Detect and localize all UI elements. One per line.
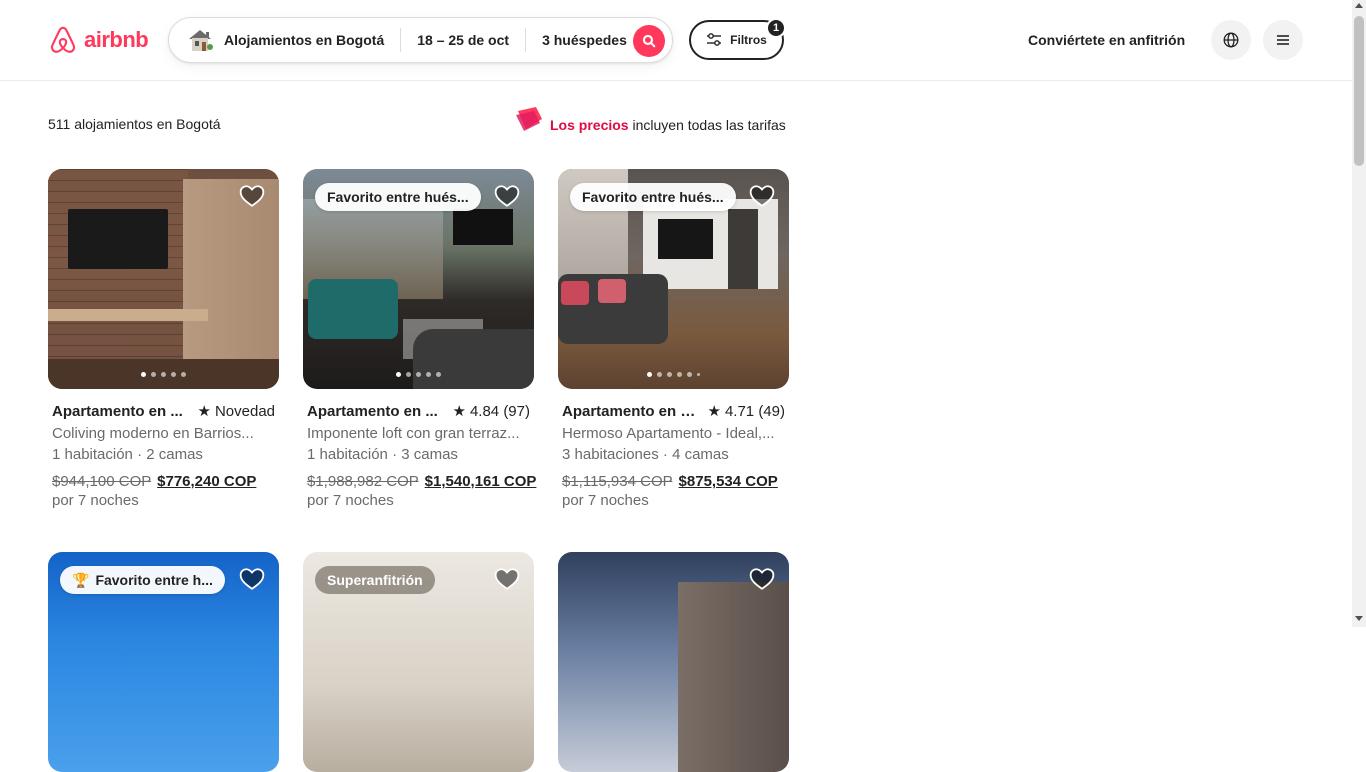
listing-photo[interactable]: Favorito entre hués...	[558, 169, 789, 389]
price-notice-rest: incluyen todas las tarifas	[628, 117, 786, 133]
favorite-heart-icon[interactable]	[749, 566, 775, 592]
listing-card[interactable]: Superanfitrión	[303, 552, 534, 772]
listing-rooms: 1 habitación · 2 camas	[52, 446, 203, 463]
trophy-icon: 🏆	[72, 571, 90, 588]
listing-title: Apartamento en ...	[52, 402, 183, 420]
language-button[interactable]	[1211, 20, 1251, 60]
photo-pagination-dots	[558, 372, 789, 377]
favorite-heart-icon[interactable]	[494, 566, 520, 592]
listing-rating: ★ 4.71 (49)	[707, 402, 786, 421]
results-count: 511 alojamientos en Bogotá	[48, 116, 221, 132]
listing-card[interactable]: Favorito entre hués... Apartamento en C.…	[558, 169, 789, 509]
original-price: $1,115,934 COP	[562, 473, 673, 490]
search-dates[interactable]: 18 – 25 de oct	[401, 28, 525, 52]
price-notice-highlight: Los precios	[550, 117, 629, 133]
become-host-link[interactable]: Conviértete en anfitrión	[1016, 28, 1197, 52]
search-bar[interactable]: Alojamientos en Bogotá 18 – 25 de oct 3 …	[168, 17, 673, 63]
listing-price[interactable]: $1,988,982 COP $1,540,161 COP	[307, 473, 536, 490]
airbnb-logo[interactable]: airbnb	[48, 24, 149, 56]
price-period: por 7 noches	[562, 492, 649, 509]
listing-card[interactable]	[558, 552, 789, 772]
airbnb-logo-icon	[50, 26, 76, 53]
listing-photo[interactable]: 🏆 Favorito entre h...	[48, 552, 279, 772]
filters-label: Filtros	[730, 33, 767, 47]
favorite-heart-icon[interactable]	[749, 183, 775, 209]
listing-photo[interactable]: Favorito entre hués...	[303, 169, 534, 389]
menu-button[interactable]	[1263, 20, 1303, 60]
listing-photo[interactable]	[558, 552, 789, 772]
guest-favorite-badge: Favorito entre hués...	[570, 183, 736, 211]
discounted-price[interactable]: $1,540,161 COP	[425, 473, 537, 490]
page-scrollbar[interactable]	[1352, 0, 1366, 627]
listing-card[interactable]: Apartamento en ... ★ Novedad Coliving mod…	[48, 169, 279, 509]
listing-card[interactable]: Favorito entre hués... Apartamento en ..…	[303, 169, 536, 509]
listing-title: Apartamento en ...	[307, 402, 438, 420]
favorite-heart-icon[interactable]	[239, 566, 265, 592]
discounted-price[interactable]: $776,240 COP	[157, 473, 256, 490]
listing-rating: ★ Novedad	[197, 402, 276, 421]
listing-rooms: 1 habitación · 3 camas	[307, 446, 458, 463]
search-icon	[642, 34, 656, 48]
listing-rating: ★ 4.84 (97)	[452, 402, 531, 421]
listing-description: Imponente loft con gran terraz...	[307, 425, 520, 442]
filters-button[interactable]: Filtros 1	[689, 18, 786, 60]
house-icon	[186, 26, 214, 54]
star-icon: ★	[707, 403, 721, 420]
scroll-up-arrow-icon[interactable]	[1355, 3, 1363, 8]
sliders-icon	[707, 33, 722, 46]
search-button[interactable]	[633, 25, 665, 57]
price-period: por 7 noches	[52, 492, 139, 509]
superhost-badge: Superanfitrión	[315, 566, 435, 594]
favorite-heart-icon[interactable]	[494, 183, 520, 209]
listing-rooms: 3 habitaciones · 4 camas	[562, 446, 729, 463]
listing-photo[interactable]	[48, 169, 279, 389]
top-header: airbnb Alojamientos en Bogotá 18 – 25 de…	[0, 0, 1352, 81]
price-tag-icon	[516, 106, 542, 131]
star-icon: ★	[452, 403, 466, 420]
price-notice-text: Los precios incluyen todas las tarifas	[550, 117, 786, 133]
scroll-thumb[interactable]	[1354, 16, 1364, 166]
globe-icon	[1223, 32, 1239, 48]
price-period: por 7 noches	[307, 492, 394, 509]
logo-text: airbnb	[84, 27, 149, 52]
hamburger-icon	[1277, 35, 1289, 45]
price-notice: Los precios incluyen todas las tarifas	[514, 104, 786, 133]
listing-title: Apartamento en C...	[562, 402, 697, 420]
listing-photo[interactable]: Superanfitrión	[303, 552, 534, 772]
guest-favorite-badge: Favorito entre hués...	[315, 183, 481, 211]
filters-count-badge: 1	[766, 18, 786, 38]
search-guests[interactable]: 3 huéspedes	[526, 28, 643, 52]
favorite-heart-icon[interactable]	[239, 183, 265, 209]
discounted-price[interactable]: $875,534 COP	[679, 473, 778, 490]
scroll-down-arrow-icon[interactable]	[1355, 616, 1363, 621]
listing-price[interactable]: $944,100 COP $776,240 COP	[52, 473, 275, 490]
original-price: $944,100 COP	[52, 473, 151, 490]
listing-price[interactable]: $1,115,934 COP $875,534 COP	[562, 473, 785, 490]
guest-favorite-badge: 🏆 Favorito entre h...	[60, 566, 225, 594]
photo-pagination-dots	[48, 372, 279, 377]
star-icon: ★	[197, 403, 211, 420]
listing-description: Coliving moderno en Barrios...	[52, 425, 254, 442]
listing-card[interactable]: 🏆 Favorito entre h...	[48, 552, 279, 772]
search-location[interactable]: Alojamientos en Bogotá	[214, 28, 400, 52]
photo-pagination-dots	[303, 372, 534, 377]
listing-description: Hermoso Apartamento - Ideal,...	[562, 425, 775, 442]
original-price: $1,988,982 COP	[307, 473, 419, 490]
